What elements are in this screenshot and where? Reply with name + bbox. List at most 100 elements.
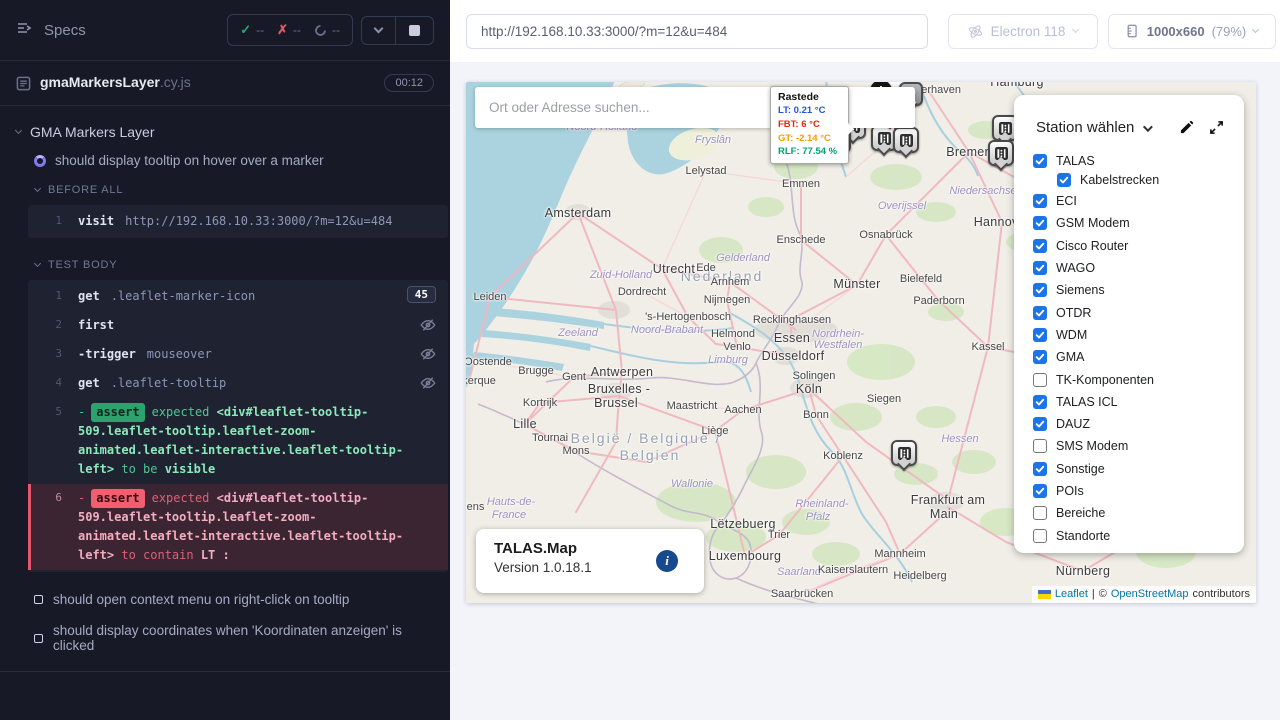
map-label: Siegen (867, 393, 901, 405)
leaflet-link[interactable]: Leaflet (1055, 588, 1088, 600)
app-version-card: TALAS.Map Version 1.0.18.1 i (476, 529, 704, 593)
station-checkbox-row[interactable]: WAGO (1033, 257, 1244, 279)
stat-pending: -- (314, 23, 340, 37)
ruler-icon (1126, 24, 1140, 38)
map-label: Saarland (777, 566, 821, 578)
aut-pane: Electron 118 1000x660 (79%) (450, 0, 1280, 720)
info-icon[interactable]: i (656, 550, 678, 572)
checkbox-unchecked[interactable] (1033, 529, 1047, 543)
specs-title: Specs (44, 22, 86, 39)
map-label: Liège (702, 425, 729, 437)
test-stats[interactable]: ✓-- ✗-- -- (227, 14, 353, 46)
check-icon: ✓ (240, 22, 251, 38)
map-label: Kortrijk (523, 397, 557, 409)
chevron-down-icon[interactable] (1143, 122, 1153, 132)
checkbox-unchecked[interactable] (1033, 373, 1047, 387)
pending-test-title: should display coordinates when 'Koordin… (53, 623, 434, 653)
command-row[interactable]: 1get.leaflet-marker-icon45 (28, 282, 448, 311)
station-checkbox-row[interactable]: SMS Modem (1033, 435, 1244, 457)
checkbox-checked[interactable] (1033, 154, 1047, 168)
reporter-controls (361, 16, 434, 45)
station-checkbox-label: DAUZ (1056, 417, 1090, 431)
test-body-commands: 1get.leaflet-marker-icon452first3-trigge… (28, 280, 448, 572)
edit-pencil-icon[interactable] (1179, 120, 1194, 135)
map-label: Gelderland (716, 252, 770, 264)
station-marker[interactable] (891, 440, 917, 469)
before-all-section[interactable]: BEFORE ALL (0, 175, 450, 202)
checkbox-checked[interactable] (1033, 462, 1047, 476)
viewport-select[interactable]: 1000x660 (79%) (1108, 14, 1276, 49)
url-input[interactable] (481, 24, 913, 39)
spec-file-row[interactable]: gmaMarkersLayer.cy.js 00:12 (0, 61, 450, 106)
checkbox-checked[interactable] (1033, 328, 1047, 342)
station-checkbox-label: WDM (1056, 328, 1087, 342)
checkbox-unchecked[interactable] (1033, 506, 1047, 520)
active-test-row[interactable]: should display tooltip on hover over a m… (0, 147, 450, 175)
checkbox-checked[interactable] (1033, 261, 1047, 275)
checkbox-checked[interactable] (1033, 395, 1047, 409)
station-checkbox-row[interactable]: OTDR (1033, 301, 1244, 323)
station-checkbox-row[interactable]: Standorte (1033, 524, 1244, 546)
station-checkbox-row[interactable]: GSM Modem (1033, 212, 1244, 234)
checkbox-checked[interactable] (1033, 239, 1047, 253)
command-name: get (78, 289, 100, 303)
checkbox-checked[interactable] (1033, 417, 1047, 431)
pending-test-row[interactable]: should display coordinates when 'Koordin… (0, 615, 450, 661)
station-checkbox-label: Sonstige (1056, 462, 1105, 476)
station-checkbox-row[interactable]: DAUZ (1033, 413, 1244, 435)
checkbox-checked[interactable] (1033, 306, 1047, 320)
checkbox-checked[interactable] (1033, 194, 1047, 208)
pending-test-row[interactable]: should open context menu on right-click … (0, 584, 450, 615)
stop-button[interactable] (395, 17, 433, 44)
before-all-label: BEFORE ALL (48, 184, 123, 196)
command-name: -trigger (78, 347, 136, 361)
collapse-button[interactable] (362, 17, 395, 44)
attribution-suffix: contributors (1193, 588, 1250, 600)
station-checkbox-row[interactable]: POIs (1033, 480, 1244, 502)
checkbox-unchecked[interactable] (1033, 439, 1047, 453)
suite-row[interactable]: GMA Markers Layer (0, 116, 450, 147)
command-row[interactable]: 5-assertexpected <div#leaflet-tooltip-50… (28, 398, 448, 484)
station-checkbox-row[interactable]: Cisco Router (1033, 235, 1244, 257)
ukraine-flag-icon (1038, 590, 1051, 599)
map-label: Limburg (708, 354, 748, 366)
checkbox-checked[interactable] (1033, 283, 1047, 297)
station-marker[interactable] (893, 127, 919, 156)
station-checkbox-row[interactable]: TALAS (1033, 151, 1244, 171)
osm-link[interactable]: OpenStreetMap (1111, 588, 1189, 600)
test-title: should display tooltip on hover over a m… (55, 153, 324, 168)
map-label: Mannheim (874, 548, 925, 560)
browser-select[interactable]: Electron 118 (948, 14, 1098, 49)
expand-icon[interactable] (1209, 120, 1224, 135)
command-args: .leaflet-tooltip (111, 376, 227, 390)
station-checkbox-row[interactable]: ECI (1033, 190, 1244, 212)
reporter-header: Specs ✓-- ✗-- -- (0, 0, 450, 61)
aut-topbar: Electron 118 1000x660 (79%) (450, 0, 1280, 62)
station-marker[interactable] (988, 140, 1014, 169)
station-checkbox-row[interactable]: Bereiche (1033, 502, 1244, 524)
map-search[interactable] (475, 87, 915, 128)
station-checkbox-row[interactable]: GMA (1033, 346, 1244, 368)
specs-menu-icon[interactable] (16, 20, 32, 41)
map-label: Bielefeld (900, 273, 942, 285)
station-checkbox-row[interactable]: Siemens (1033, 279, 1244, 301)
command-row[interactable]: 6-assertexpected <div#leaflet-tooltip-50… (28, 484, 448, 570)
checkbox-checked[interactable] (1057, 173, 1071, 187)
station-checkbox-row[interactable]: TK-Komponenten (1033, 368, 1244, 390)
station-checkbox-row[interactable]: TALAS ICL (1033, 391, 1244, 413)
command-row[interactable]: 4get.leaflet-tooltip (28, 369, 448, 398)
checkbox-checked[interactable] (1033, 484, 1047, 498)
station-checkbox-row[interactable]: WDM (1033, 324, 1244, 346)
station-checkbox-label: TALAS (1056, 154, 1095, 168)
checkbox-checked[interactable] (1033, 350, 1047, 364)
url-bar[interactable] (466, 14, 928, 49)
test-body-section[interactable]: TEST BODY (0, 250, 450, 277)
command-row[interactable]: 1visithttp://192.168.10.33:3000/?m=12&u=… (28, 207, 448, 236)
command-row[interactable]: 2first (28, 311, 448, 340)
checkbox-checked[interactable] (1033, 216, 1047, 230)
station-checkbox-row[interactable]: Kabelstrecken (1033, 171, 1244, 191)
leaflet-map[interactable]: FryslânNoord-HollandLelystadAmsterdamLei… (466, 82, 1256, 603)
station-checkbox-row[interactable]: Sonstige (1033, 458, 1244, 480)
refresh-icon (314, 24, 327, 37)
command-row[interactable]: 3-triggermouseover (28, 340, 448, 369)
